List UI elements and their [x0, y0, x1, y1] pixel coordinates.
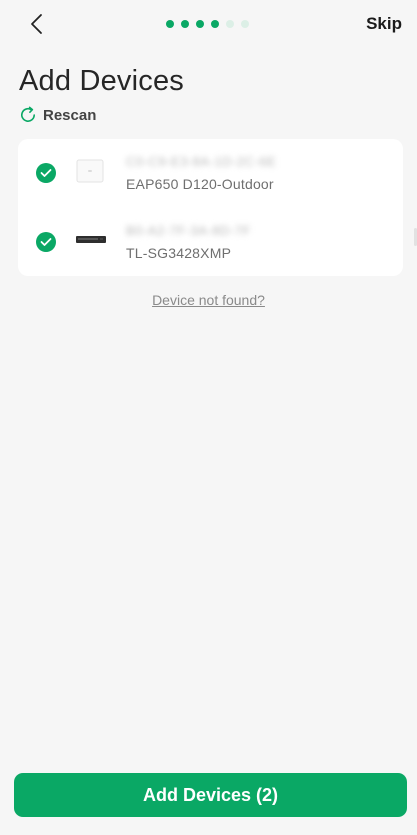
add-devices-button[interactable]: Add Devices (2) [14, 773, 407, 817]
step-dot-6 [241, 20, 249, 28]
device-model: EAP650 D120-Outdoor [126, 176, 274, 192]
step-dot-2 [181, 20, 189, 28]
step-dot-1 [166, 20, 174, 28]
device-row[interactable]: B0-A2-7F-3A-8D-7F TL-SG3428XMP [18, 208, 403, 276]
step-dot-5 [226, 20, 234, 28]
back-button[interactable] [22, 10, 50, 38]
device-model: TL-SG3428XMP [126, 245, 232, 261]
device-list-card: C0-C9-E3-8A-1D-2C-6E EAP650 D120-Outdoor… [18, 139, 403, 276]
device-mac-address: C0-C9-E3-8A-1D-2C-6E [126, 154, 277, 169]
network-switch-icon [76, 235, 106, 245]
access-point-icon [76, 159, 104, 183]
skip-button[interactable]: Skip [366, 14, 402, 34]
step-dot-4 [211, 20, 219, 28]
device-row[interactable]: C0-C9-E3-8A-1D-2C-6E EAP650 D120-Outdoor [18, 139, 403, 207]
refresh-icon [21, 106, 35, 122]
device-not-found-link[interactable]: Device not found? [0, 292, 417, 308]
rescan-label: Rescan [43, 106, 97, 124]
rescan-button[interactable]: Rescan [19, 104, 96, 126]
top-bar: Skip [0, 0, 417, 48]
device-mac-address: B0-A2-7F-3A-8D-7F [126, 223, 251, 238]
checkmark-icon[interactable] [36, 232, 56, 252]
chevron-left-icon [31, 14, 42, 34]
page-title: Add Devices [19, 65, 184, 97]
step-progress-indicator [166, 19, 249, 29]
checkmark-icon[interactable] [36, 163, 56, 183]
step-dot-3 [196, 20, 204, 28]
